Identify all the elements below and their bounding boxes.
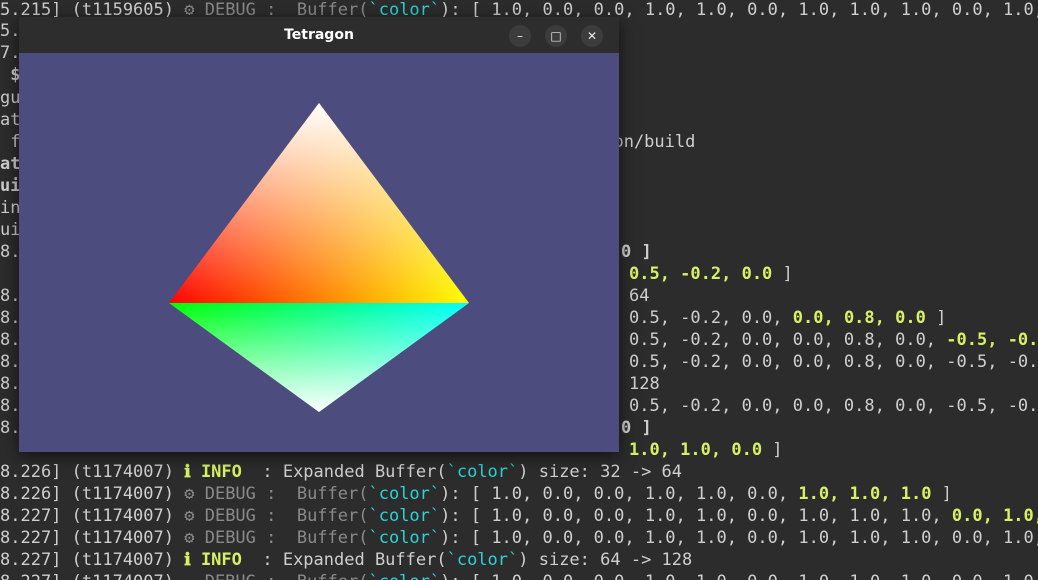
log-line: 8.227] (t1174007) ℹ INFO : Expanded Buff… <box>0 550 693 570</box>
log-fragment: 7. <box>0 43 21 63</box>
log-line: 8.226] (t1174007) ℹ INFO : Expanded Buff… <box>0 462 683 482</box>
gear-icon: ⚙ <box>184 528 195 548</box>
tetragon-graphic <box>169 103 469 412</box>
minimize-button[interactable]: – <box>509 25 531 47</box>
log-fragment: 8. <box>0 286 21 306</box>
log-fragment: at <box>0 110 21 130</box>
lower-triangle-highlight <box>169 303 469 412</box>
log-fragment: 8. <box>0 352 21 372</box>
log-line: 8.227] (t1174007) ⚙ DEBUG : Buffer(`colo… <box>0 528 1038 548</box>
upper-triangle-highlight <box>169 103 469 303</box>
log-fragment: f <box>0 132 21 152</box>
log-fragment: 8. <box>0 396 21 416</box>
log-line: 8.227] (t1174007) DEBUG : Buffer(`color`… <box>0 571 1038 580</box>
maximize-button[interactable]: □ <box>545 25 567 47</box>
log-fragment: 0.5, -0.2, 0.0, 0.0, 0.8, 0.0, -0.5, -0.… <box>629 396 1038 416</box>
log-line: 8.226] (t1174007) ⚙ DEBUG : Buffer(`colo… <box>0 484 952 504</box>
log-fragment: 0.5, -0.2, 0.0, 0.0, 0.8, 0.0, -0.5, -0.… <box>629 352 1038 372</box>
gear-icon: ⚙ <box>184 484 195 504</box>
window-titlebar[interactable]: Tetragon – □ ✕ <box>19 17 619 53</box>
close-button[interactable]: ✕ <box>581 25 603 47</box>
render-viewport[interactable] <box>19 53 619 452</box>
log-fragment: 0.5, -0.2, 0.0, 0.0, 0.8, 0.0, -0.5, -0.… <box>629 330 1038 350</box>
log-fragment: 0.5, -0.2, 0.0, 0.0, 0.8, 0.0 ] <box>629 308 947 328</box>
log-fragment: 0 ] <box>621 418 652 438</box>
log-fragment: 5. <box>0 21 21 41</box>
log-fragment: in <box>0 198 21 218</box>
log-fragment: 0 ] <box>621 242 652 262</box>
log-line: 8.227] (t1174007) ⚙ DEBUG : Buffer(`colo… <box>0 506 1038 526</box>
log-fragment: ui <box>0 220 21 240</box>
log-fragment: 8. <box>0 308 21 328</box>
log-fragment: 1.0, 1.0, 0.0 ] <box>629 440 783 460</box>
log-fragment: 64 <box>629 286 650 306</box>
log-fragment: ui <box>0 176 21 196</box>
log-fragment: at <box>0 154 21 174</box>
log-fragment: gu <box>0 88 21 108</box>
log-fragment: 8. <box>0 374 21 394</box>
log-fragment: 8. <box>0 242 21 262</box>
log-fragment: 8. <box>0 330 21 350</box>
log-fragment: 128 <box>629 374 660 394</box>
tetragon-window[interactable]: Tetragon – □ ✕ <box>19 17 619 452</box>
gear-icon: ⚙ <box>184 506 195 526</box>
prompt-fragment: $ <box>0 65 21 85</box>
log-fragment: 8. <box>0 418 21 438</box>
log-fragment: 0.5, -0.2, 0.0 ] <box>629 264 793 284</box>
